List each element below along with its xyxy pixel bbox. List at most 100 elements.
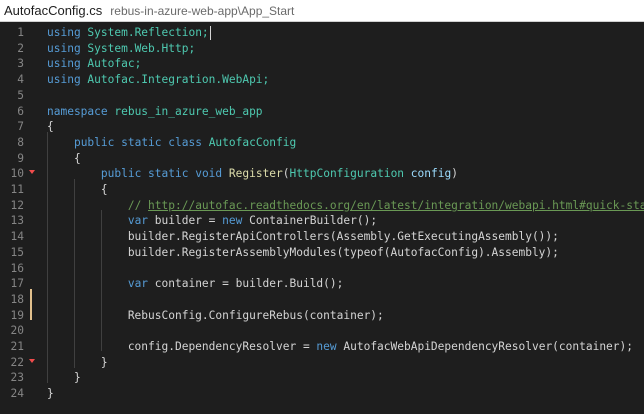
line-number: 20: [10, 324, 24, 338]
code-token: //: [127, 198, 149, 212]
line-number: 21: [10, 340, 24, 353]
code-line[interactable]: 20: [0, 323, 644, 339]
code-text: using System.Web.Http;: [47, 41, 195, 57]
code-token: new: [222, 214, 250, 228]
code-text: builder.RegisterAssemblyModules(typeof(A…: [47, 245, 559, 261]
code-line[interactable]: 16: [0, 261, 644, 277]
line-number: 7: [17, 120, 24, 134]
code-text: RebusConfig.ConfigureRebus(container);: [47, 308, 384, 324]
code-line[interactable]: 17 var container = builder.Build();: [0, 276, 644, 292]
code-token: }: [47, 387, 54, 401]
line-number: 5: [17, 88, 24, 102]
file-tab-title[interactable]: AutofacConfig.cs: [4, 3, 102, 18]
line-number: 11: [10, 183, 24, 196]
code-token: config.DependencyResolver =: [47, 340, 317, 353]
code-text: public static class AutofacConfig: [47, 135, 296, 151]
line-number: 13: [10, 214, 24, 228]
code-line[interactable]: 24}: [0, 386, 644, 402]
code-text: namespace rebus_in_azure_web_app: [47, 104, 263, 120]
code-token: config: [410, 167, 452, 181]
code-line[interactable]: 11 {: [0, 182, 644, 198]
code-token: var: [127, 214, 155, 228]
code-token: }: [47, 355, 108, 369]
code-token: Autofac;: [87, 57, 142, 71]
code-token: {: [47, 151, 81, 165]
code-line[interactable]: 21 config.DependencyResolver = new Autof…: [0, 339, 644, 355]
code-text: using Autofac.Integration.WebApi;: [47, 72, 269, 88]
doc-link[interactable]: http://autofac.readthedocs.org/en/latest…: [148, 199, 644, 212]
code-token: public: [73, 135, 122, 149]
code-line[interactable]: 9 {: [0, 151, 644, 167]
code-token: var: [127, 277, 155, 291]
line-number: 8: [17, 135, 24, 149]
code-editor[interactable]: 1 using System.Reflection; 2 using System.W…: [0, 22, 644, 414]
line-number: 16: [10, 261, 24, 275]
line-number: 4: [17, 73, 24, 87]
code-line[interactable]: 13 var builder = new ContainerBuilder();: [0, 213, 644, 229]
code-line[interactable]: 5: [0, 88, 644, 104]
code-line[interactable]: 1 using System.Reflection;: [0, 25, 644, 41]
code-text: // http://autofac.readthedocs.org/en/lat…: [47, 198, 644, 214]
code-token: AutofacWebApiDependencyResolver(containe…: [343, 340, 633, 353]
code-token: }: [47, 371, 81, 385]
code-token: new: [316, 340, 344, 353]
code-line[interactable]: 23 }: [0, 370, 644, 386]
code-token: using: [47, 41, 88, 55]
code-token: builder =: [154, 214, 223, 228]
code-token: static: [148, 167, 196, 181]
code-token: (: [282, 167, 290, 181]
code-token: System.Reflection;: [87, 26, 209, 39]
code-text: using Autofac;: [47, 56, 141, 72]
code-token: {: [47, 183, 108, 196]
code-text: builder.RegisterApiControllers(Assembly.…: [47, 229, 559, 245]
code-token: class: [168, 135, 209, 149]
code-line[interactable]: 3 using Autofac;: [0, 56, 644, 72]
code-line[interactable]: 22 }: [0, 355, 644, 371]
code-token: ): [451, 167, 458, 181]
code-token: RebusConfig.ConfigureRebus(container);: [47, 308, 384, 322]
code-text: public static void Register(HttpConfigur…: [47, 166, 458, 182]
code-line[interactable]: 10 public static void Register(HttpConfi…: [0, 166, 644, 182]
code-token: System.Web.Http;: [87, 41, 196, 55]
code-token: {: [47, 120, 54, 134]
code-line[interactable]: 8 public static class AutofacConfig: [0, 135, 644, 151]
code-line[interactable]: 14 builder.RegisterApiControllers(Assemb…: [0, 229, 644, 245]
code-text: using System.Reflection;: [47, 25, 209, 41]
line-number: 22: [10, 355, 24, 369]
line-number: 14: [10, 230, 24, 244]
code-line[interactable]: 4 using Autofac.Integration.WebApi;: [0, 72, 644, 88]
editor-tab-bar: AutofacConfig.cs rebus-in-azure-web-app\…: [0, 0, 644, 22]
line-number: 9: [17, 151, 24, 165]
line-number: 6: [17, 104, 24, 118]
code-token: void: [195, 167, 229, 181]
code-token: Autofac.Integration.WebApi;: [87, 73, 270, 87]
code-line[interactable]: 7{: [0, 119, 644, 135]
line-number: 12: [10, 198, 24, 212]
code-text: config.DependencyResolver = new AutofacW…: [47, 339, 633, 355]
code-token: Register: [228, 167, 283, 181]
code-line[interactable]: 19 RebusConfig.ConfigureRebus(container)…: [0, 308, 644, 324]
code-token: HttpConfiguration: [289, 167, 411, 181]
code-text: {: [47, 151, 81, 167]
code-token: builder.RegisterAssemblyModules(typeof(A…: [47, 245, 559, 259]
code-line[interactable]: 2 using System.Web.Http;: [0, 41, 644, 57]
code-line[interactable]: 6 namespace rebus_in_azure_web_app: [0, 104, 644, 120]
line-number: 10: [10, 167, 24, 181]
code-line[interactable]: 15 builder.RegisterAssemblyModules(typeo…: [0, 245, 644, 261]
line-number: 18: [10, 292, 24, 306]
code-text: }: [47, 386, 54, 402]
code-text: {: [47, 182, 108, 198]
line-number: 1: [17, 26, 24, 39]
code-token: using: [47, 73, 88, 87]
code-line[interactable]: 18: [0, 292, 644, 308]
line-number: 19: [10, 308, 24, 322]
line-number: 15: [10, 245, 24, 259]
line-number: 17: [10, 277, 24, 291]
code-line[interactable]: 12 // http://autofac.readthedocs.org/en/…: [0, 198, 644, 214]
code-text: }: [47, 355, 108, 371]
